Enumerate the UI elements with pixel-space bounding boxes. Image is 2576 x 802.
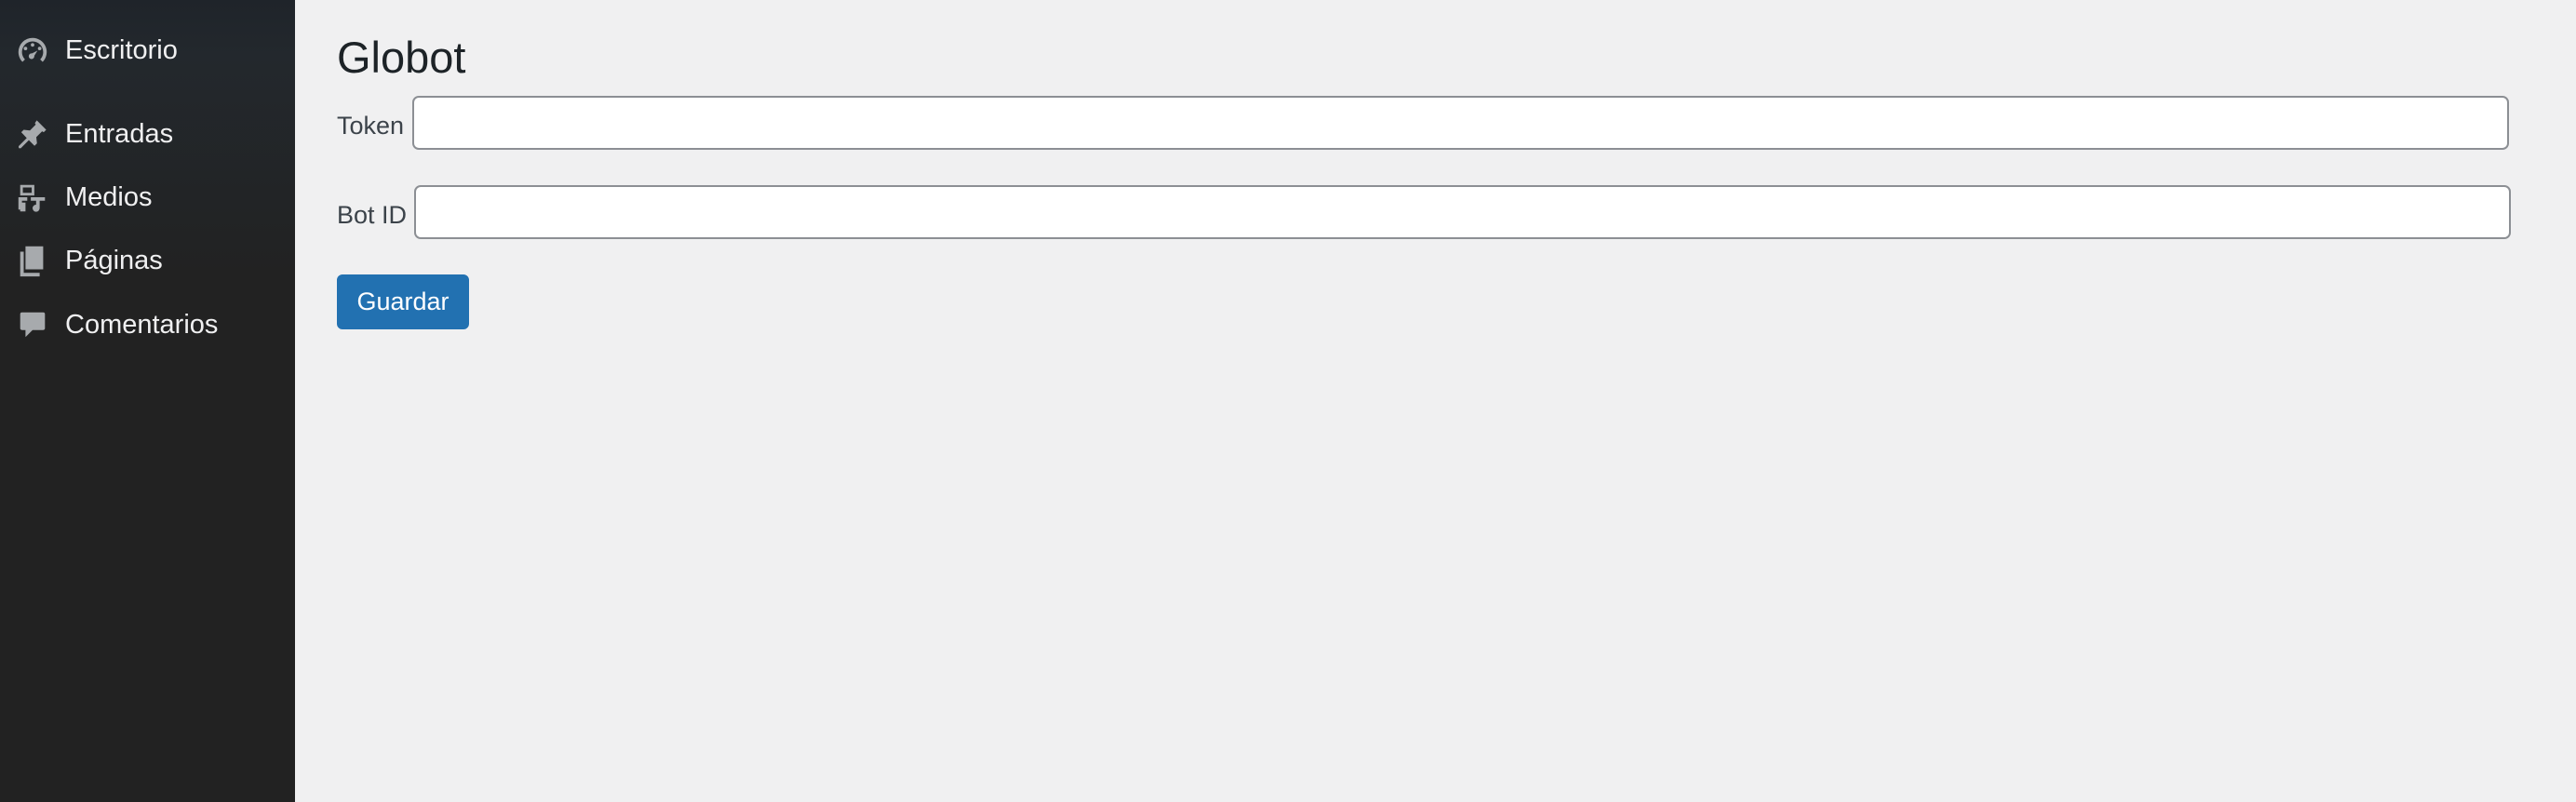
page-title: Globot xyxy=(337,33,466,82)
sidebar-item-entradas[interactable]: Entradas xyxy=(0,102,295,166)
sidebar-item-label: Escritorio xyxy=(65,35,178,65)
sidebar-item-paginas[interactable]: Páginas xyxy=(0,229,295,292)
bot-id-label: Bot ID xyxy=(337,201,408,229)
media-icon xyxy=(15,180,50,215)
sidebar-item-comentarios[interactable]: Comentarios xyxy=(0,293,295,356)
sidebar-item-label: Medios xyxy=(65,182,153,212)
main-content: Globot Token Bot ID Guardar xyxy=(295,0,2576,802)
sidebar-item-label: Páginas xyxy=(65,246,163,275)
pin-icon xyxy=(15,116,50,152)
save-button[interactable]: Guardar xyxy=(337,274,469,329)
sidebar-item-label: Entradas xyxy=(65,119,174,149)
sidebar-item-medios[interactable]: Medios xyxy=(0,166,295,229)
dashboard-icon xyxy=(15,33,50,68)
token-input[interactable] xyxy=(412,96,2509,150)
comments-icon xyxy=(15,307,50,342)
sidebar-item-escritorio[interactable]: Escritorio xyxy=(0,19,295,82)
bot-id-input[interactable] xyxy=(414,185,2511,239)
admin-sidebar: Escritorio Entradas Medios Páginas Comen… xyxy=(0,0,295,802)
token-label: Token xyxy=(337,112,405,140)
pages-icon xyxy=(15,243,50,278)
sidebar-item-label: Comentarios xyxy=(65,310,219,340)
